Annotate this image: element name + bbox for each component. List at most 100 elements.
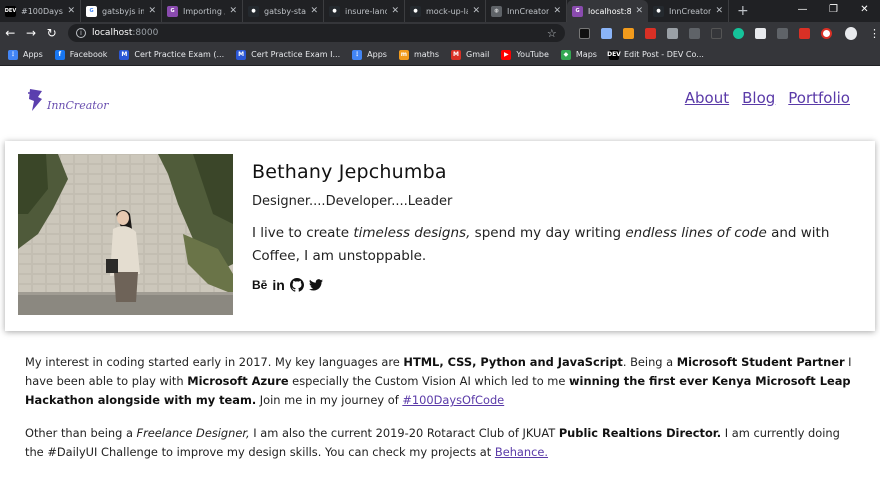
close-tab-icon[interactable]: ✕ bbox=[553, 6, 561, 16]
tab-list: DEV#100DaysO✕Ggatsbyjs im✕GImporting /✕●… bbox=[0, 0, 729, 22]
close-tab-icon[interactable]: ✕ bbox=[635, 6, 643, 16]
window-controls: — ❐ ✕ bbox=[787, 0, 880, 22]
bookmark-item[interactable]: ⋮ Apps bbox=[8, 49, 43, 60]
browser-tab[interactable]: G Importing / ✕ bbox=[162, 0, 243, 22]
close-window-button[interactable]: ✕ bbox=[849, 0, 880, 22]
p1-bold-languages: HTML, CSS, Python and JavaScript bbox=[403, 355, 623, 369]
bookmark-item[interactable]: ◆ Maps bbox=[560, 49, 597, 60]
nav-portfolio-link[interactable]: Portfolio bbox=[788, 89, 850, 107]
bookmark-label: Apps bbox=[23, 50, 43, 59]
tab-title: gatsby-star bbox=[264, 6, 307, 16]
tab-title: localhost:8 bbox=[588, 6, 632, 16]
minimize-button[interactable]: — bbox=[787, 0, 818, 22]
bookmark-item[interactable]: M Gmail bbox=[451, 49, 489, 60]
facebook-icon: f bbox=[54, 49, 65, 60]
nav-about-link[interactable]: About bbox=[685, 89, 729, 107]
bookmark-item[interactable]: M Cert Practice Exam (... bbox=[119, 49, 225, 60]
site-info-icon[interactable]: i bbox=[75, 28, 86, 38]
forward-button[interactable]: → bbox=[21, 26, 42, 40]
bookmark-label: Edit Post - DEV Co... bbox=[623, 50, 704, 59]
orange-extension-icon[interactable] bbox=[622, 27, 634, 39]
p1-text-i: Join me in my journey of bbox=[256, 393, 403, 407]
behance-link[interactable]: Behance. bbox=[495, 445, 548, 459]
back-button[interactable]: ← bbox=[0, 26, 21, 40]
address-bar[interactable]: i localhost:8000 ☆ bbox=[67, 24, 565, 42]
bookmark-star-icon[interactable]: ☆ bbox=[547, 27, 557, 40]
browser-tab[interactable]: ● insure-land ✕ bbox=[324, 0, 405, 22]
tab-title: mock-up-la bbox=[426, 6, 469, 16]
profile-avatar-icon[interactable] bbox=[844, 26, 857, 40]
about-paragraph-2: Other than being a Freelance Designer, I… bbox=[25, 424, 860, 462]
bookmark-label: Apps bbox=[367, 50, 387, 59]
close-tab-icon[interactable]: ✕ bbox=[67, 6, 75, 16]
bookmark-item[interactable]: DEV Edit Post - DEV Co... bbox=[607, 49, 704, 60]
browser-tab[interactable]: ● gatsby-star ✕ bbox=[243, 0, 324, 22]
close-tab-icon[interactable]: ✕ bbox=[229, 6, 237, 16]
github-icon: ● bbox=[248, 5, 259, 17]
red-circle-extension-icon[interactable] bbox=[820, 27, 832, 39]
pocket-icon[interactable] bbox=[754, 27, 766, 39]
gatsby-icon: G bbox=[572, 5, 583, 17]
youtube-extension-icon[interactable] bbox=[798, 27, 810, 39]
microsoft-icon: M bbox=[119, 49, 130, 60]
google-icon: G bbox=[86, 5, 97, 17]
p2-bold-director: Public Realtions Director. bbox=[558, 426, 722, 440]
close-tab-icon[interactable]: ✕ bbox=[715, 6, 723, 16]
reload-button[interactable]: ↻ bbox=[41, 26, 62, 40]
browser-toolbar: ← → ↻ i localhost:8000 ☆ ⋮ bbox=[0, 22, 880, 44]
github-icon: ● bbox=[410, 5, 421, 17]
p2-text-a: Other than being a bbox=[25, 426, 137, 440]
browser-tab[interactable]: DEV #100DaysO ✕ bbox=[0, 0, 81, 22]
browser-tab[interactable]: Ggatsbyjs im ✕ bbox=[81, 0, 162, 22]
bookmark-label: YouTube bbox=[516, 50, 549, 59]
extensions-area bbox=[578, 27, 843, 39]
restore-button[interactable]: ❐ bbox=[818, 0, 849, 22]
p1-text-c: . Being a bbox=[622, 355, 677, 369]
bookmark-item[interactable]: ▶ YouTube bbox=[501, 49, 549, 60]
bookmark-item[interactable]: ⋮ Apps bbox=[352, 49, 387, 60]
grammarly-icon[interactable] bbox=[732, 27, 744, 39]
browser-tab[interactable]: ● InnCreator ✕ bbox=[648, 0, 729, 22]
shield-grey-icon[interactable] bbox=[688, 27, 700, 39]
social-links: Bē in bbox=[252, 277, 862, 293]
desc-emphasis-2: endless lines of code bbox=[625, 225, 767, 241]
behance-icon[interactable]: Bē bbox=[252, 278, 267, 292]
close-tab-icon[interactable]: ✕ bbox=[148, 6, 156, 16]
tab-title: InnCreator bbox=[669, 6, 712, 16]
browser-menu-icon[interactable]: ⋮ bbox=[869, 27, 880, 40]
bookmark-label: Cert Practice Exam (... bbox=[134, 50, 225, 59]
p1-bold-msp: Microsoft Student Partner bbox=[676, 355, 845, 369]
site-logo[interactable]: InnCreator bbox=[27, 87, 109, 113]
graduation-cap-icon[interactable] bbox=[578, 27, 590, 39]
tag-extension-icon[interactable] bbox=[776, 27, 788, 39]
close-tab-icon[interactable]: ✕ bbox=[472, 6, 480, 16]
close-tab-icon[interactable]: ✕ bbox=[310, 6, 318, 16]
close-tab-icon[interactable]: ✕ bbox=[391, 6, 399, 16]
dev-icon: DEV bbox=[5, 5, 16, 17]
grey-extension-icon[interactable] bbox=[666, 27, 678, 39]
bookmark-item[interactable]: m maths bbox=[398, 49, 439, 60]
gmail-icon: M bbox=[451, 49, 462, 60]
address-port: :8000 bbox=[132, 28, 159, 38]
maps-icon: ◆ bbox=[560, 49, 571, 60]
shield-extension-icon[interactable] bbox=[600, 27, 612, 39]
browser-tab[interactable]: ◍ InnCreator ✕ bbox=[486, 0, 567, 22]
twitter-icon[interactable] bbox=[308, 279, 323, 291]
blank-extension-icon[interactable] bbox=[710, 27, 722, 39]
tab-title: insure-land bbox=[345, 6, 388, 16]
bookmark-item[interactable]: f Facebook bbox=[54, 49, 108, 60]
bookmark-item[interactable]: M Cert Practice Exam I... bbox=[236, 49, 340, 60]
github-icon[interactable] bbox=[289, 278, 304, 292]
new-tab-button[interactable]: + bbox=[737, 0, 749, 22]
linkedin-icon[interactable]: in bbox=[272, 277, 284, 293]
about-paragraph-1: My interest in coding started early in 2… bbox=[25, 353, 860, 410]
browser-tab[interactable]: Glocalhost:8 ✕ bbox=[567, 0, 648, 22]
p2-em-freelance: Freelance Designer, bbox=[136, 426, 250, 440]
nav-blog-link[interactable]: Blog bbox=[742, 89, 775, 107]
tab-title: InnCreator bbox=[507, 6, 550, 16]
pdf-extension-icon[interactable] bbox=[644, 27, 656, 39]
100daysofcode-link[interactable]: #100DaysOfCode bbox=[402, 393, 504, 407]
browser-tab[interactable]: ● mock-up-la ✕ bbox=[405, 0, 486, 22]
bookmark-label: Facebook bbox=[69, 50, 108, 59]
web-page: InnCreator About Blog Portfolio Bethany … bbox=[0, 67, 880, 495]
